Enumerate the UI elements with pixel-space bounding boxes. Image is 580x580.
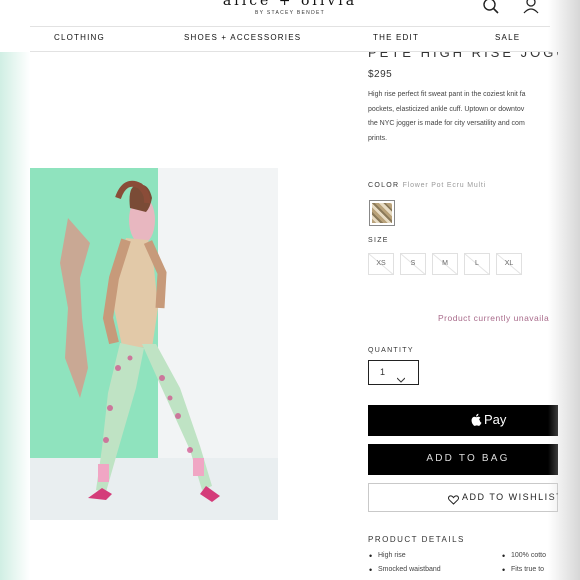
size-option-s[interactable]: S [400,253,426,275]
search-icon[interactable] [482,0,500,15]
right-edge-fade [548,0,580,580]
brand-subtitle: BY STACEY BENDET [255,10,325,16]
color-label: COLOR [368,182,400,189]
product-image[interactable] [30,168,278,520]
heart-icon [448,492,459,510]
detail-item: 100% cotto [502,551,546,561]
nav-item-shoes-accessories[interactable]: SHOES + ACCESSORIES [184,33,301,42]
product-info-panel: PETE HIGH RISE JOGGER $295 High rise per… [368,52,558,580]
size-label: SIZE [368,237,389,244]
color-swatch[interactable] [369,200,395,226]
product-price: $295 [368,69,393,80]
nav-item-sale[interactable]: SALE [495,33,520,42]
product-title: PETE HIGH RISE JOGGER [368,52,558,60]
availability-message: Product currently unavaila [438,313,550,323]
quantity-select[interactable]: 1 [368,360,419,385]
brand-logo[interactable]: alice + olivia [30,0,550,9]
apple-icon [471,413,482,431]
apple-pay-button[interactable]: Pay [368,405,558,436]
add-to-wishlist-button[interactable]: ADD TO WISHLIST [368,483,558,512]
user-icon[interactable] [522,0,540,15]
size-option-label: XL [504,260,514,267]
color-value: Flower Pot Ecru Multi [402,182,486,189]
add-to-bag-label: ADD TO BAG [426,453,510,464]
size-option-label: S [410,260,416,267]
detail-item: Fits true to [502,565,544,575]
size-option-xs[interactable]: XS [368,253,394,275]
add-to-wishlist-label: ADD TO WISHLIST [462,492,558,502]
product-details-heading: PRODUCT DETAILS [368,535,465,544]
product-description: High rise perfect fit sweat pant in the … [368,88,558,146]
description-line: High rise perfect fit sweat pant in the … [368,91,526,98]
size-option-label: L [475,260,479,267]
add-to-bag-button[interactable]: ADD TO BAG [368,444,558,475]
quantity-value: 1 [380,367,386,377]
apple-pay-label: Pay [484,412,507,427]
description-line: prints. [368,134,388,142]
size-option-label: XS [376,260,386,267]
nav-item-clothing[interactable]: CLOTHING [54,33,105,42]
detail-item: High rise [369,551,406,561]
size-option-m[interactable]: M [432,253,458,275]
size-option-xl[interactable]: XL [496,253,522,275]
left-edge-fade [0,52,30,580]
main-nav: CLOTHING SHOES + ACCESSORIES THE EDIT SA… [30,26,550,52]
detail-item: Smocked waistband [369,565,441,575]
nav-item-the-edit[interactable]: THE EDIT [373,33,419,42]
quantity-label: QUANTITY [368,347,414,354]
description-line: the NYC jogger is made for city versatil… [368,120,525,127]
chevron-down-icon [396,370,406,388]
color-label-row: COLOR Flower Pot Ecru Multi [368,182,486,189]
size-option-label: M [442,260,448,267]
size-option-l[interactable]: L [464,253,490,275]
description-line: pockets, elasticized ankle cuff. Uptown … [368,105,525,113]
